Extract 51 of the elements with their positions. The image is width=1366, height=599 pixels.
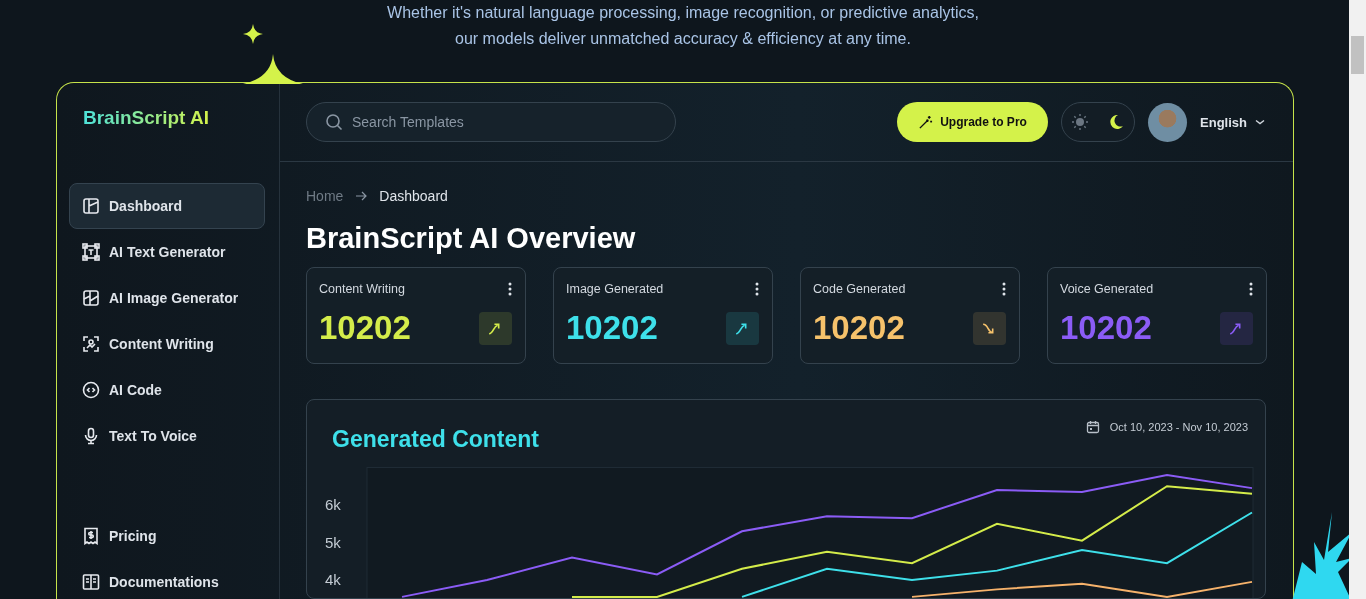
page-title: BrainScript AI Overview — [306, 222, 636, 255]
calendar-icon[interactable] — [1085, 420, 1100, 434]
more-options-icon[interactable] — [755, 282, 759, 296]
card-title: Voice Generated — [1060, 282, 1154, 296]
intro-text: our models deliver unmatched accuracy & efficiency at any time. — [455, 29, 911, 49]
sidebar-item[interactable]: Pricing — [69, 513, 265, 559]
mic-icon — [82, 427, 100, 445]
sun-icon[interactable] — [1071, 113, 1090, 131]
y-tick-label: 5k — [325, 533, 341, 551]
scan-icon — [82, 335, 100, 353]
card-title: Content Writing — [319, 282, 405, 296]
y-tick-label: 6k — [325, 496, 341, 513]
scrollbar[interactable] — [1349, 0, 1366, 599]
image-icon — [82, 289, 100, 307]
more-options-icon[interactable] — [1249, 282, 1253, 296]
breadcrumb-link[interactable]: Home — [306, 188, 344, 204]
stat-value: 10202 — [319, 309, 411, 347]
sidebar-item[interactable]: Documentations — [69, 559, 265, 599]
y-tick-label: 4k — [325, 571, 341, 588]
card-title: Code Generated — [813, 282, 906, 296]
book-icon — [82, 573, 100, 591]
theme-toggle[interactable] — [1061, 102, 1136, 142]
upgrade-button[interactable]: Upgrade to Pro — [897, 102, 1049, 142]
sidebar-item[interactable]: AI Image Generator — [69, 275, 265, 321]
sidebar-item[interactable]: Text To Voice — [69, 413, 265, 459]
sidebar-item[interactable]: AI Text Generator — [69, 229, 265, 275]
sparkle-icon — [243, 54, 303, 84]
chart-title: Generated Content — [332, 426, 540, 453]
more-options-icon[interactable] — [1002, 282, 1006, 296]
search-field[interactable]: Search Templates — [306, 102, 676, 142]
avatar[interactable] — [1148, 102, 1188, 142]
receipt-icon — [82, 527, 100, 545]
language-dropdown[interactable]: English — [1200, 114, 1265, 130]
card-title: Image Generated — [566, 282, 664, 296]
sparkle-icon — [243, 24, 263, 44]
magic-wand-icon — [918, 114, 934, 130]
breadcrumb-link[interactable]: Dashboard — [379, 188, 448, 204]
stat-value: 10202 — [566, 309, 658, 347]
sidebar-item[interactable]: Content Writing — [69, 321, 265, 367]
stat-value: 10202 — [813, 309, 905, 347]
stat-value: 10202 — [1060, 309, 1152, 347]
code-icon — [82, 381, 100, 399]
text-icon — [82, 243, 100, 261]
intro-text: Whether it's natural language processing, image recognition, or predictive analytics, — [387, 3, 979, 23]
sidebar-item[interactable]: AI Code — [69, 367, 265, 413]
more-options-icon[interactable] — [508, 282, 512, 296]
chevron-down-icon — [1255, 119, 1265, 125]
arrow-right-icon — [355, 191, 368, 201]
sidebar-item[interactable]: Dashboard — [69, 183, 265, 229]
search-icon — [325, 113, 343, 131]
date-range[interactable]: Oct 10, 2023 - Nov 10, 2023 — [1109, 421, 1248, 433]
